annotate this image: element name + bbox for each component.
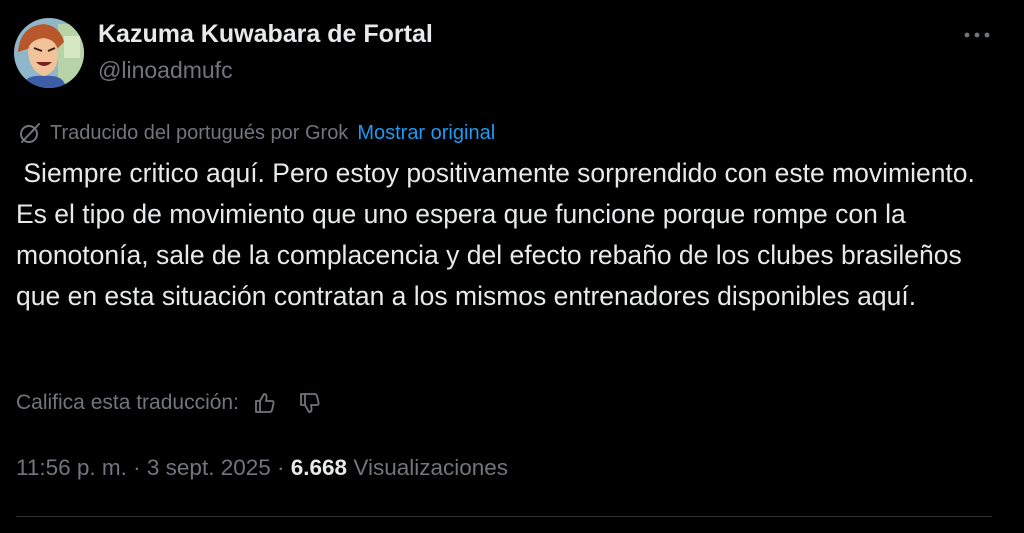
show-original-link[interactable]: Mostrar original bbox=[357, 122, 495, 145]
more-horizontal-icon bbox=[964, 32, 990, 38]
translation-label: Traducido del portugués por Grok bbox=[50, 121, 349, 144]
thumbs-up-icon bbox=[255, 393, 275, 413]
rate-translation-label: Califica esta traducción: bbox=[16, 391, 239, 414]
translation-bar: Traducido del portugués por Grok Mostrar… bbox=[18, 120, 495, 146]
grok-icon bbox=[18, 121, 42, 145]
divider bbox=[16, 516, 992, 517]
tweet-text: Siempre critico aquí. Pero estoy positiv… bbox=[16, 158, 983, 311]
meta-separator: · bbox=[126, 455, 147, 480]
author-handle[interactable]: @linoadmufc bbox=[98, 57, 233, 84]
thumbs-down-icon bbox=[300, 393, 320, 413]
rate-translation-bar: Califica esta traducción: bbox=[16, 388, 323, 418]
tweet-date[interactable]: 3 sept. 2025 bbox=[147, 455, 271, 480]
views-label: Visualizaciones bbox=[353, 455, 509, 480]
avatar[interactable] bbox=[14, 18, 84, 88]
thumbs-down-button[interactable] bbox=[297, 390, 323, 416]
meta-separator: · bbox=[270, 455, 291, 480]
more-options-button[interactable] bbox=[960, 22, 994, 48]
thumbs-up-button[interactable] bbox=[252, 390, 278, 416]
tweet-time[interactable]: 11:56 p. m. bbox=[16, 455, 127, 480]
views-count: 6.668 bbox=[290, 455, 348, 480]
author-name[interactable]: Kazuma Kuwabara de Fortal bbox=[98, 20, 433, 49]
tweet-meta: 11:56 p. m. · 3 sept. 2025 · 6.668 Visua… bbox=[16, 455, 508, 481]
avatar-image bbox=[14, 18, 84, 88]
tweet: Kazuma Kuwabara de Fortal @linoadmufc Tr… bbox=[0, 0, 1024, 533]
